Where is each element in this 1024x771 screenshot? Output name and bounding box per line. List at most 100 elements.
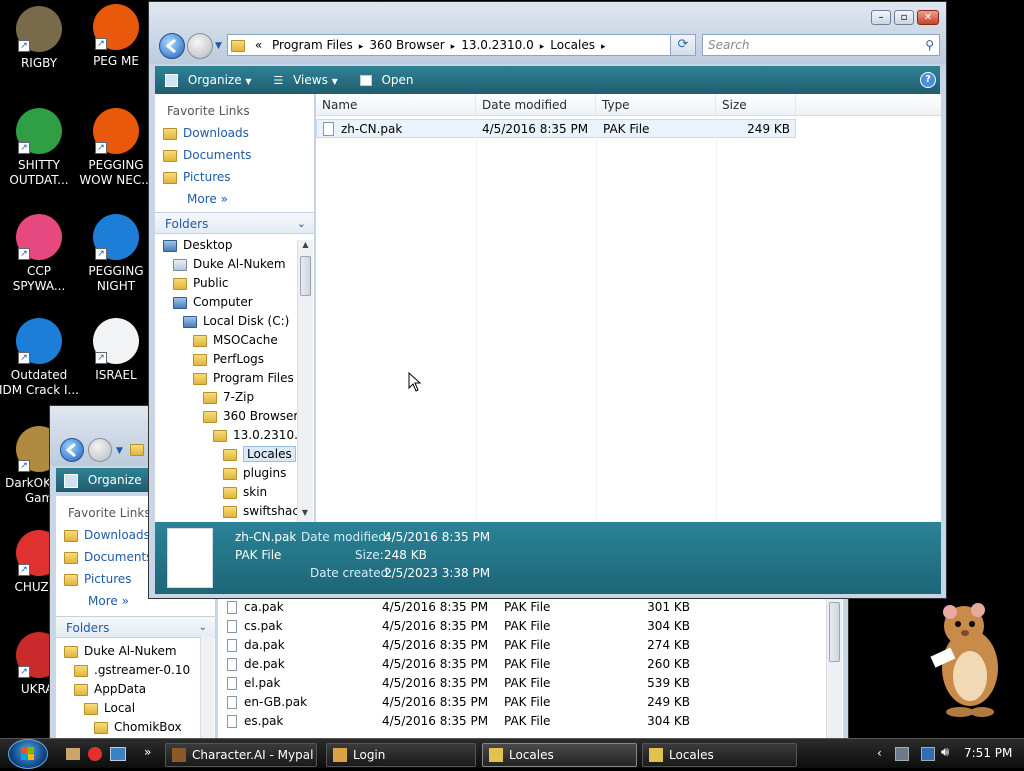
breadcrumb-separator-icon[interactable]: ▸ (540, 42, 545, 52)
tray-network-icon[interactable] (895, 747, 909, 761)
tree-item[interactable]: Locales (155, 445, 314, 464)
tree-item[interactable]: ChomikBox (56, 718, 215, 737)
tray-monitor-icon[interactable] (921, 747, 935, 761)
taskbar-button[interactable]: Login (326, 743, 476, 767)
file-row[interactable]: es.pak 4/5/2016 8:35 PM PAK File 304 KB (218, 712, 718, 731)
tree-item[interactable]: Duke Al-Nukem (56, 642, 215, 661)
help-icon[interactable]: ? (920, 72, 936, 88)
breadcrumb-separator-icon[interactable]: ▸ (601, 42, 606, 52)
tree-item[interactable]: AppData (56, 680, 215, 699)
back-button[interactable] (60, 438, 84, 462)
quick-launch-show-desktop-icon[interactable] (66, 748, 80, 760)
file-row[interactable]: en-GB.pak 4/5/2016 8:35 PM PAK File 249 KB (218, 693, 718, 712)
tree-item[interactable]: MSOCache (155, 331, 314, 350)
pictures-link[interactable]: Pictures (155, 166, 314, 188)
quick-launch-overflow-icon[interactable]: » (144, 745, 151, 759)
tree-item[interactable]: plugins (155, 464, 314, 483)
maximize-button[interactable]: ▫ (894, 10, 914, 25)
quick-launch-browser-icon[interactable] (88, 747, 102, 761)
tree-item[interactable]: skin (155, 483, 314, 502)
quick-launch-switch-windows-icon[interactable] (110, 747, 126, 761)
scrollbar[interactable] (200, 636, 214, 741)
column-header-size[interactable]: Size (716, 94, 796, 116)
file-row[interactable]: cs.pak 4/5/2016 8:35 PM PAK File 304 KB (218, 617, 718, 636)
breadcrumb-item[interactable]: Locales (550, 38, 595, 52)
breadcrumb-item[interactable]: 360 Browser (369, 38, 444, 52)
desktop-shortcut[interactable]: ↗ RIGBY (0, 6, 79, 71)
start-button[interactable] (8, 739, 48, 769)
scroll-down-arrow[interactable]: ▼ (298, 508, 312, 522)
desktop-shortcut[interactable]: ↗ Outdated IDM Crack I... (0, 318, 79, 398)
address-bar[interactable]: « Program Files ▸ 360 Browser ▸ 13.0.2310.0 ▸… (227, 34, 695, 56)
tree-item[interactable]: Computer (155, 293, 314, 312)
volume-icon[interactable]: 🔊︎ (941, 745, 949, 760)
tree-scrollbar[interactable]: ▲ ▼ (297, 240, 313, 522)
file-row[interactable]: da.pak 4/5/2016 8:35 PM PAK File 274 KB (218, 636, 718, 655)
folder-icon (64, 573, 78, 586)
tray-overflow-icon[interactable]: ‹ (877, 746, 882, 760)
tree-item[interactable]: Duke Al-Nukem (155, 255, 314, 274)
taskbar-button[interactable]: Locales (482, 743, 637, 767)
forward-button[interactable] (88, 438, 112, 462)
search-input[interactable]: Search ⚲ (702, 34, 940, 56)
scroll-up-arrow[interactable]: ▲ (298, 240, 313, 254)
tree-item[interactable]: Public (155, 274, 314, 293)
tree-item[interactable]: Desktop (155, 236, 314, 255)
column-header-name[interactable]: Name (316, 94, 476, 116)
scroll-thumb[interactable] (300, 256, 311, 296)
more-link[interactable]: More » (155, 188, 314, 210)
folders-header[interactable]: Folders ⌄ (155, 212, 314, 234)
scrollbar[interactable] (826, 598, 842, 741)
chevron-down-icon[interactable]: ▼ (116, 446, 123, 456)
tree-item[interactable]: Local (56, 699, 215, 718)
file-row[interactable]: el.pak 4/5/2016 8:35 PM PAK File 539 KB (218, 674, 718, 693)
recent-pages-dropdown[interactable]: ▼ (215, 41, 222, 51)
desktop-shortcut[interactable]: ↗ PEG ME (76, 4, 156, 69)
file-type: PAK File (504, 619, 551, 633)
details-date-created: 2/5/2023 3:38 PM (384, 566, 491, 580)
taskbar-button[interactable]: Character.AI - Mypal (165, 743, 317, 767)
minimize-button[interactable]: – (871, 10, 891, 25)
breadcrumb-overflow[interactable]: « (255, 38, 262, 52)
details-pane: zh-CN.pak PAK File Date modified: 4/5/20… (155, 522, 941, 594)
folders-header[interactable]: Folders ⌄ (56, 616, 215, 638)
desktop-shortcut[interactable]: ↗ SHITTY OUTDAT... (0, 108, 79, 188)
downloads-link[interactable]: Downloads (155, 122, 314, 144)
file-row[interactable]: ca.pak 4/5/2016 8:35 PM PAK File 301 KB (218, 598, 718, 617)
tree-item[interactable]: 13.0.2310.0 (155, 426, 314, 445)
file-row[interactable]: de.pak 4/5/2016 8:35 PM PAK File 260 KB (218, 655, 718, 674)
taskbar-button[interactable]: Locales (642, 743, 797, 767)
close-button[interactable]: ✕ (917, 10, 939, 25)
documents-link[interactable]: Documents (155, 144, 314, 166)
refresh-button[interactable]: ⟳ (670, 34, 696, 56)
hamster-gadget[interactable] (920, 598, 1010, 718)
desktop-shortcut[interactable]: ↗ PEGGING WOW NEC... (76, 108, 156, 188)
tree-item[interactable]: Local Disk (C:) (155, 312, 314, 331)
forward-button[interactable] (187, 33, 213, 59)
desktop-shortcut[interactable]: ↗ PEGGING NIGHT (76, 214, 156, 294)
column-header-date-modified[interactable]: Date modified (476, 94, 596, 116)
tree-item[interactable]: 360 Browser (155, 407, 314, 426)
file-size: 274 KB (647, 638, 690, 652)
breadcrumb-item[interactable]: 13.0.2310.0 (461, 38, 534, 52)
breadcrumb-item[interactable]: Program Files (272, 38, 353, 52)
clock[interactable]: 7:51 PM (964, 746, 1012, 760)
tree-item[interactable]: 7-Zip (155, 388, 314, 407)
explorer-window[interactable]: – ▫ ✕ ▼ « Program Files ▸ 360 Browser ▸ 13.0… (148, 1, 947, 599)
column-header-type[interactable]: Type (596, 94, 716, 116)
organize-menu[interactable]: Organize (88, 468, 142, 492)
tree-item[interactable]: swiftshac (155, 502, 314, 521)
back-button[interactable] (159, 33, 185, 59)
desktop-shortcut[interactable]: ↗ CCP SPYWA... (0, 214, 79, 294)
breadcrumb-separator-icon[interactable]: ▸ (451, 42, 456, 52)
file-row[interactable]: zh-CN.pak 4/5/2016 8:35 PM PAK File 249 KB (316, 119, 796, 138)
search-icon[interactable]: ⚲ (925, 35, 934, 55)
tree-item[interactable]: Program Files (155, 369, 314, 388)
tree-item[interactable]: .gstreamer-0.10 (56, 661, 215, 680)
tree-item[interactable]: PerfLogs (155, 350, 314, 369)
open-button[interactable]: Open (381, 68, 413, 92)
views-menu[interactable]: Views ▼ (293, 68, 338, 94)
desktop-shortcut[interactable]: ↗ ISRAEL (76, 318, 156, 383)
organize-menu[interactable]: Organize ▼ (188, 68, 252, 94)
breadcrumb-separator-icon[interactable]: ▸ (359, 42, 364, 52)
